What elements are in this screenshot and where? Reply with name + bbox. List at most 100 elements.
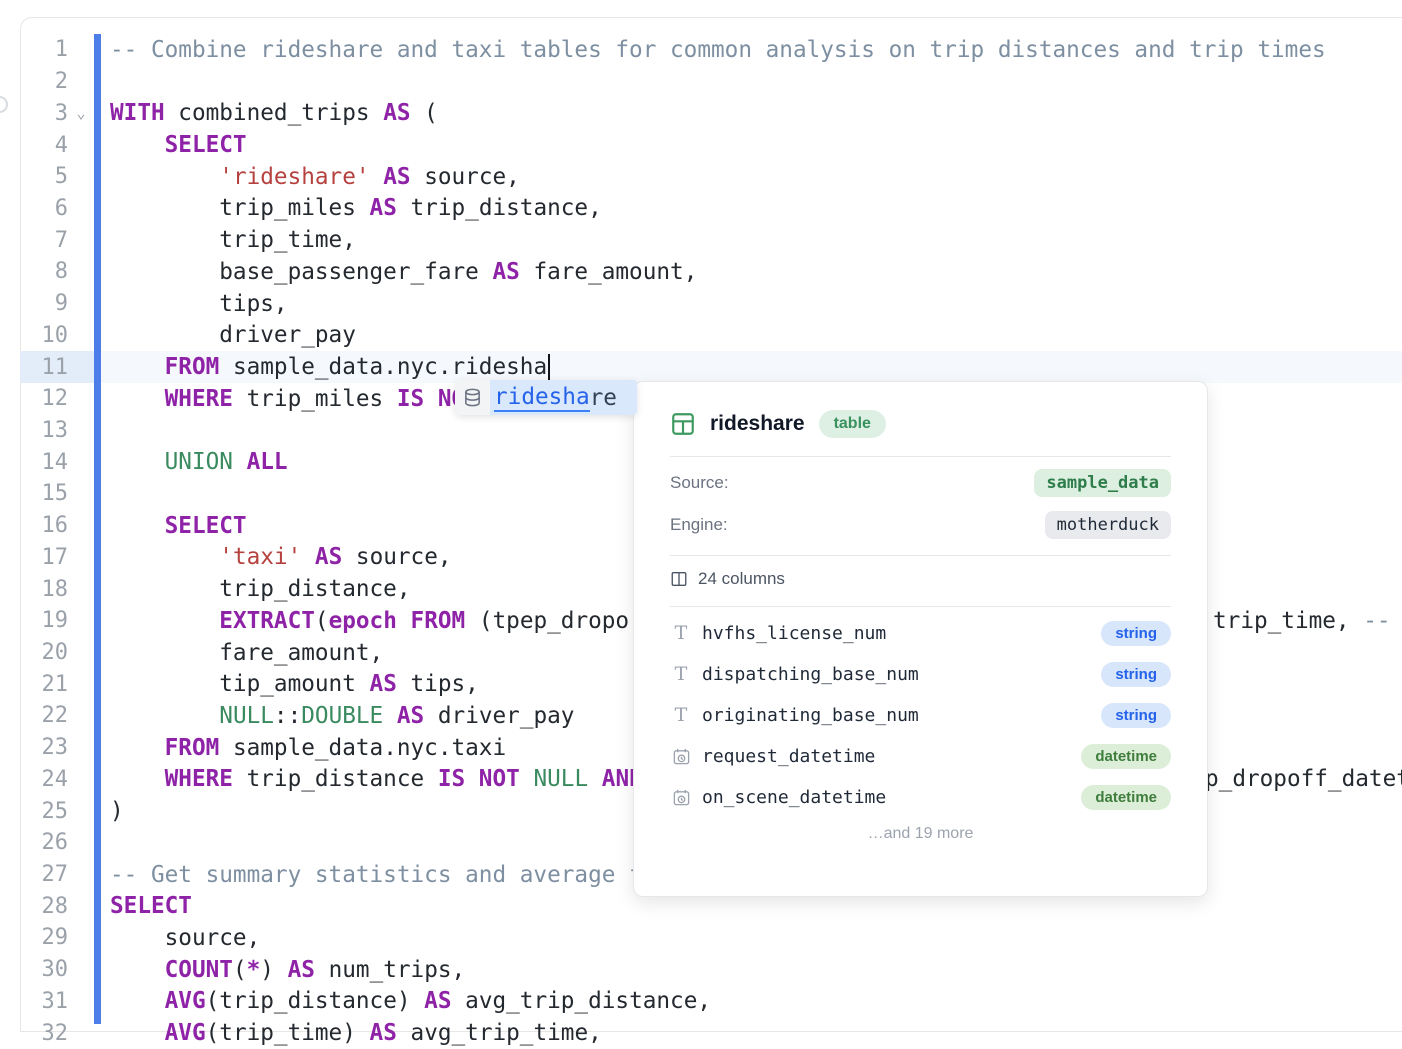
code-line[interactable]: 1 -- Combine rideshare and taxi tables fo…: [20, 34, 1402, 66]
type-string-icon: T: [670, 622, 692, 644]
code-line[interactable]: 3⌄WITH combined_trips AS (: [20, 97, 1402, 129]
code-token: AS: [397, 703, 424, 729]
code-token: driver_pay: [110, 322, 356, 348]
code-token: (: [411, 100, 438, 126]
line-gutter: 13: [20, 415, 94, 447]
code-token: (trip_time): [206, 1020, 370, 1046]
code-line[interactable]: 7 trip_time,: [20, 224, 1402, 256]
code-token: [110, 608, 219, 634]
code-token: AS: [370, 1020, 397, 1046]
code-line-text[interactable]: trip_time,: [101, 224, 1402, 256]
code-line[interactable]: 11 FROM sample_data.nyc.ridesha: [20, 351, 1402, 383]
columns-list: Thvfhs_license_numstringTdispatching_bas…: [670, 618, 1171, 812]
code-line[interactable]: 5 'rideshare' AS source,: [20, 161, 1402, 193]
code-line-text[interactable]: AVG(trip_distance) AS avg_trip_distance,: [101, 986, 1402, 1018]
line-number: 17: [20, 545, 68, 570]
code-line-text[interactable]: 'rideshare' AS source,: [101, 161, 1402, 193]
code-line-text[interactable]: base_passenger_fare AS fare_amount,: [101, 256, 1402, 288]
code-line[interactable]: 32 AVG(trip_time) AS avg_trip_time,: [20, 1017, 1402, 1049]
line-number: 7: [20, 228, 68, 253]
code-token: combined_trips: [165, 100, 384, 126]
line-gutter: 26: [20, 827, 94, 859]
more-columns-text: …and 19 more: [670, 825, 1171, 843]
code-token: [110, 703, 219, 729]
code-line-text[interactable]: -- Combine rideshare and taxi tables for…: [101, 34, 1402, 66]
code-token: (: [233, 957, 247, 983]
code-line-text[interactable]: COUNT(*) AS num_trips,: [101, 954, 1402, 986]
line-number: 2: [20, 69, 68, 94]
line-number: 21: [20, 672, 68, 697]
line-gutter: 15: [20, 478, 94, 510]
code-token: [520, 766, 534, 792]
code-line-text[interactable]: tips,: [101, 288, 1402, 320]
line-gutter: 12: [20, 383, 94, 415]
line-number: 12: [20, 386, 68, 411]
code-line-text[interactable]: trip_miles AS trip_distance,: [101, 193, 1402, 225]
code-token: SELECT: [165, 513, 247, 539]
line-number: 1: [20, 37, 68, 62]
code-token: base_passenger_fare: [110, 259, 492, 285]
column-name: originating_base_num: [702, 705, 1101, 726]
column-type-badge: string: [1101, 703, 1171, 728]
code-token: fare_amount,: [110, 640, 383, 666]
engine-label: Engine:: [670, 515, 728, 535]
line-number: 18: [20, 577, 68, 602]
code-line-text[interactable]: WITH combined_trips AS (: [101, 97, 1402, 129]
line-gutter: 32: [20, 1017, 94, 1049]
table-icon: [670, 411, 696, 437]
code-line-text[interactable]: FROM sample_data.nyc.ridesha: [101, 351, 1402, 383]
line-gutter: 3⌄: [20, 97, 94, 129]
code-line[interactable]: 10 driver_pay: [20, 319, 1402, 351]
code-line-text[interactable]: [101, 66, 1402, 98]
line-number: 23: [20, 735, 68, 760]
code-line-text[interactable]: SELECT: [101, 129, 1402, 161]
code-token: sample_data.nyc.taxi: [219, 735, 506, 761]
code-line-text[interactable]: driver_pay: [101, 319, 1402, 351]
table-info-popup: rideshare table Source: sample_data Engi…: [633, 381, 1208, 897]
autocomplete-suggestion-rideshare[interactable]: rideshare: [455, 380, 637, 415]
line-gutter: 5: [20, 161, 94, 193]
column-row: request_datetimedatetime: [670, 741, 1171, 771]
code-line[interactable]: 8 base_passenger_fare AS fare_amount,: [20, 256, 1402, 288]
column-type-badge: string: [1101, 662, 1171, 687]
line-gutter: 6: [20, 193, 94, 225]
code-line-text[interactable]: source,: [101, 922, 1402, 954]
code-line[interactable]: 6 trip_miles AS trip_distance,: [20, 193, 1402, 225]
code-token: trip_miles: [110, 195, 370, 221]
code-token: AS: [424, 988, 451, 1014]
code-line[interactable]: 4 SELECT: [20, 129, 1402, 161]
type-string-icon: T: [670, 704, 692, 726]
code-token: [233, 449, 247, 475]
code-token: sample_data.nyc.ridesha: [219, 354, 547, 380]
code-token: ALL: [247, 449, 288, 475]
code-line-text[interactable]: AVG(trip_time) AS avg_trip_time,: [101, 1017, 1402, 1049]
code-token: SELECT: [110, 893, 192, 919]
code-line[interactable]: 2: [20, 66, 1402, 98]
suggestion-label: rideshare: [490, 380, 637, 415]
code-token: [110, 766, 165, 792]
fold-chevron-icon[interactable]: ⌄: [68, 104, 94, 122]
code-token: [110, 164, 219, 190]
line-number: 26: [20, 830, 68, 855]
code-token: --: [1363, 608, 1390, 634]
source-label: Source:: [670, 473, 729, 493]
code-line[interactable]: 9 tips,: [20, 288, 1402, 320]
column-row: on_scene_datetimedatetime: [670, 782, 1171, 812]
code-token: [110, 132, 165, 158]
code-token: trip_time,: [1213, 608, 1363, 634]
suggestion-matched-text: ridesha: [494, 384, 590, 412]
column-row: Toriginating_base_numstring: [670, 700, 1171, 730]
type-datetime-icon: [670, 747, 692, 766]
code-token: trip_distance,: [397, 195, 602, 221]
column-name: request_datetime: [702, 746, 1081, 767]
suggestion-rest-text: re: [590, 385, 617, 411]
code-line[interactable]: 31 AVG(trip_distance) AS avg_trip_distan…: [20, 986, 1402, 1018]
engine-value-chip: motherduck: [1045, 511, 1171, 539]
code-line[interactable]: 29 source,: [20, 922, 1402, 954]
panel-handle[interactable]: [0, 96, 8, 113]
line-number: 19: [20, 608, 68, 633]
code-line[interactable]: 30 COUNT(*) AS num_trips,: [20, 954, 1402, 986]
divider: [670, 456, 1171, 457]
code-token: tip_amount: [110, 671, 370, 697]
code-token: [110, 513, 165, 539]
